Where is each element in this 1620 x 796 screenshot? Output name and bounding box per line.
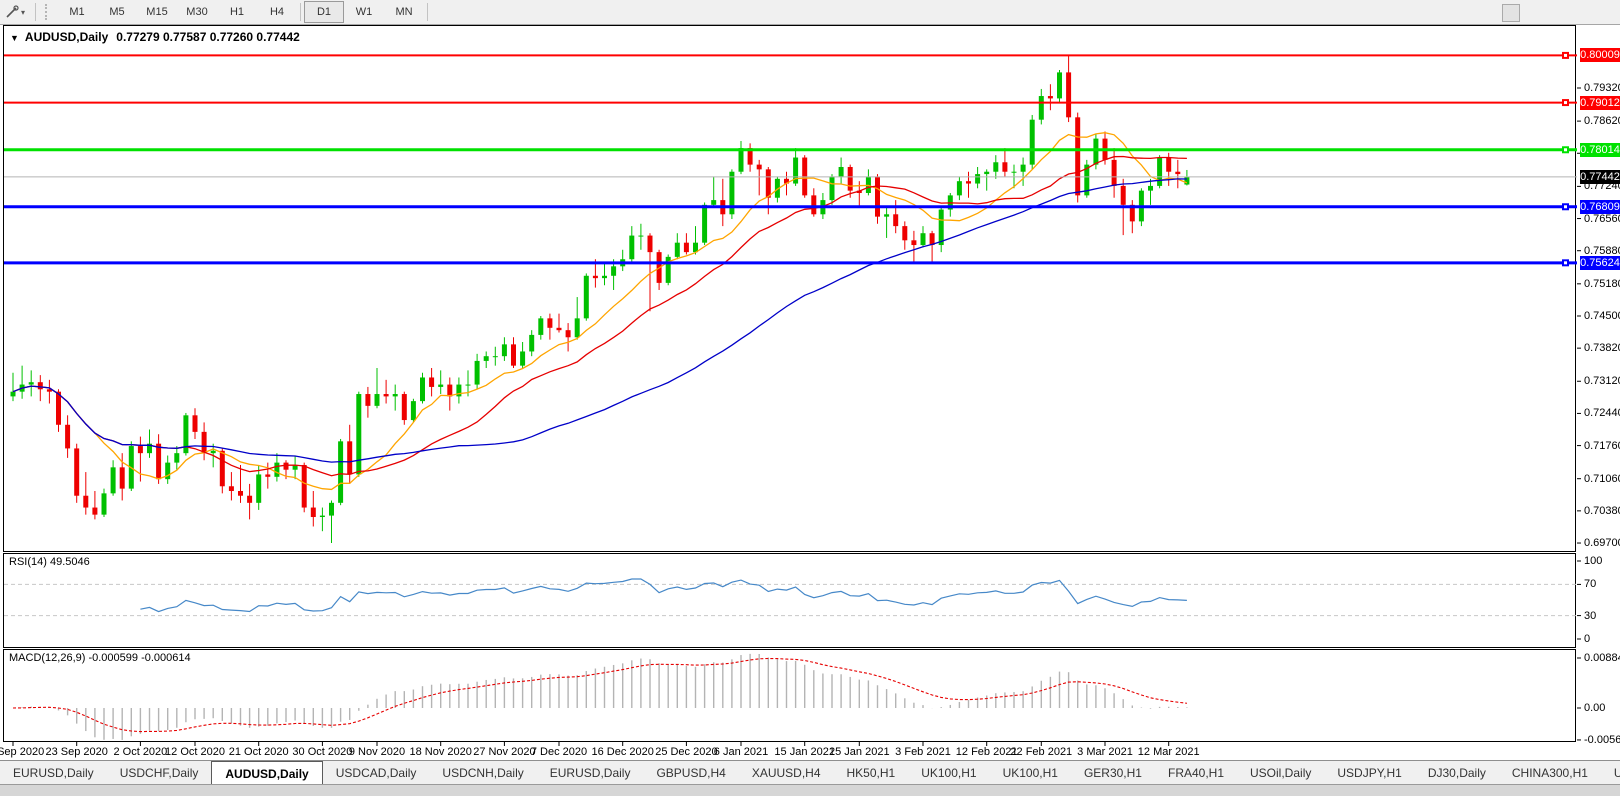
price-axis-tick: 0.71060 xyxy=(1584,473,1620,485)
price-level-badge: 0.75624 xyxy=(1580,256,1620,270)
chart-plot-overlay xyxy=(0,0,1620,796)
price-axis-tick: 0.76560 xyxy=(1584,213,1620,225)
ma-mid-line xyxy=(13,157,1187,476)
ma-fast-line xyxy=(13,133,1187,490)
date-axis-tick: 16 Dec 2020 xyxy=(591,746,653,758)
date-axis-tick: 25 Dec 2020 xyxy=(655,746,717,758)
price-axis-tick: 0.78620 xyxy=(1584,115,1620,127)
rsi-line xyxy=(140,579,1187,612)
date-axis-tick: 25 Jan 2021 xyxy=(829,746,890,758)
date-axis-tick: 9 Nov 2020 xyxy=(349,746,405,758)
chart-symbol-label: AUDUSD,Daily xyxy=(25,30,108,44)
chart-title-caret-icon[interactable]: ▼ xyxy=(10,33,19,43)
price-axis-tick: 0.73820 xyxy=(1584,342,1620,354)
rsi-axis-tick: 30 xyxy=(1584,610,1596,622)
rsi-label: RSI(14) 49.5046 xyxy=(9,556,90,568)
date-axis-tick: 22 Feb 2021 xyxy=(1010,746,1072,758)
date-axis-tick: 2 Oct 2020 xyxy=(113,746,167,758)
price-axis-tick: 0.79320 xyxy=(1584,82,1620,94)
price-level-badge: 0.79012 xyxy=(1580,96,1620,110)
date-axis-tick: 14 Sep 2020 xyxy=(0,746,44,758)
price-axis-tick: 0.70380 xyxy=(1584,505,1620,517)
rsi-axis-tick: 100 xyxy=(1584,555,1602,567)
candles-group xyxy=(11,55,1190,543)
date-axis-tick: 12 Oct 2020 xyxy=(165,746,225,758)
price-axis-tick: 0.75180 xyxy=(1584,278,1620,290)
price-axis-tick: 0.72440 xyxy=(1584,407,1620,419)
macd-histogram xyxy=(13,654,1187,740)
macd-signal-line xyxy=(13,659,1187,732)
date-axis-tick: 6 Jan 2021 xyxy=(714,746,768,758)
date-axis-tick: 23 Sep 2020 xyxy=(45,746,107,758)
date-axis-tick: 21 Oct 2020 xyxy=(229,746,289,758)
date-axis-tick: 12 Feb 2021 xyxy=(956,746,1018,758)
macd-label: MACD(12,26,9) -0.000599 -0.000614 xyxy=(9,652,191,664)
date-axis-tick: 15 Jan 2021 xyxy=(774,746,835,758)
date-axis-tick: 3 Mar 2021 xyxy=(1077,746,1133,758)
price-level-badge: 0.78014 xyxy=(1580,143,1620,157)
date-axis-tick: 12 Mar 2021 xyxy=(1138,746,1200,758)
current-price-badge: 0.77442 xyxy=(1580,170,1620,184)
date-axis-tick: 7 Dec 2020 xyxy=(531,746,587,758)
date-axis-tick: 27 Nov 2020 xyxy=(473,746,535,758)
macd-axis-tick: -0.00565 xyxy=(1584,734,1620,746)
macd-axis-tick: 0.00 xyxy=(1584,702,1605,714)
mt4-window: ▾ M1M5M15M30H1H4D1W1MN ▼AUDUSD,Daily0.77… xyxy=(0,0,1620,796)
date-axis-tick: 30 Oct 2020 xyxy=(292,746,352,758)
price-level-badge: 0.76809 xyxy=(1580,200,1620,214)
price-axis-tick: 0.69700 xyxy=(1584,537,1620,549)
macd-axis-tick: 0.00884 xyxy=(1584,652,1620,664)
ma-slow-line xyxy=(13,179,1187,462)
date-axis-tick: 18 Nov 2020 xyxy=(409,746,471,758)
price-axis-tick: 0.73120 xyxy=(1584,375,1620,387)
rsi-axis-tick: 0 xyxy=(1584,633,1590,645)
rsi-axis-tick: 70 xyxy=(1584,578,1596,590)
date-axis-tick: 3 Feb 2021 xyxy=(895,746,951,758)
chart-title: ▼ AUDUSD,Daily 0.77279 0.77587 0.77260 0.7… xyxy=(10,30,300,44)
price-axis-tick: 0.71760 xyxy=(1584,440,1620,452)
price-axis-tick: 0.74500 xyxy=(1584,310,1620,322)
price-level-badge: 0.80009 xyxy=(1580,48,1620,62)
chart-ohlc-values: 0.77279 0.77587 0.77260 0.77442 xyxy=(116,30,300,44)
